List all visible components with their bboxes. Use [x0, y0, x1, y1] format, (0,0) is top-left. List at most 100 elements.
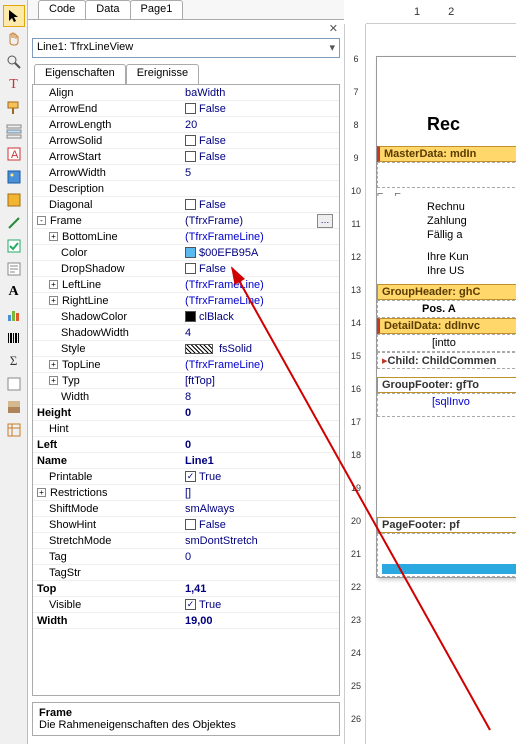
prop-value[interactable]: Line1 — [185, 455, 214, 467]
prop-value[interactable]: $00EFB95A — [199, 247, 258, 259]
checkbox-icon[interactable]: ✓ — [185, 471, 196, 482]
prop-value[interactable]: 19,00 — [185, 615, 213, 627]
prop-row[interactable]: Color$00EFB95A — [33, 245, 339, 261]
tool-band[interactable] — [3, 120, 25, 142]
tab-code[interactable]: Code — [38, 0, 86, 19]
prop-row[interactable]: ShadowColorclBlack — [33, 309, 339, 325]
tool-hand[interactable] — [3, 28, 25, 50]
expand-icon[interactable]: + — [49, 280, 58, 289]
prop-row[interactable]: Left0 — [33, 437, 339, 453]
prop-row[interactable]: Printable✓True — [33, 469, 339, 485]
prop-row[interactable]: DiagonalFalse — [33, 197, 339, 213]
prop-row[interactable]: -Frame(TfrxFrame)… — [33, 213, 339, 229]
prop-value[interactable]: baWidth — [185, 87, 225, 99]
prop-value[interactable]: False — [199, 263, 226, 275]
prop-value[interactable]: 0 — [185, 439, 191, 451]
close-icon[interactable]: ✕ — [329, 22, 338, 35]
prop-row[interactable]: Top1,41 — [33, 581, 339, 597]
prop-value[interactable]: [ftTop] — [185, 375, 215, 387]
prop-value[interactable]: (TfrxFrameLine) — [185, 295, 264, 307]
report-page[interactable]: Rec MasterData: mdIn ⌐ ⌐ Rechnu Zahlung … — [376, 56, 516, 578]
design-canvas[interactable]: 1 2 Rec MasterData: mdIn ⌐ ⌐ Rechnu Zahl… — [366, 0, 516, 744]
checkbox-icon[interactable] — [185, 519, 196, 530]
prop-value[interactable]: (TfrxFrame) — [185, 215, 243, 227]
prop-row[interactable]: DropShadowFalse — [33, 261, 339, 277]
prop-value[interactable]: 20 — [185, 119, 197, 131]
prop-value[interactable]: clBlack — [199, 311, 234, 323]
prop-row[interactable]: Width8 — [33, 389, 339, 405]
tool-select[interactable] — [3, 5, 25, 27]
tool-sum[interactable]: Σ — [3, 350, 25, 372]
tool-line[interactable] — [3, 212, 25, 234]
ellipsis-button[interactable]: … — [317, 214, 333, 228]
prop-value[interactable]: 0 — [185, 551, 191, 563]
prop-row[interactable]: ShiftModesmAlways — [33, 501, 339, 517]
checkbox-icon[interactable]: ✓ — [185, 599, 196, 610]
band-content[interactable]: Kontove IBA — [377, 533, 516, 577]
tab-page1[interactable]: Page1 — [130, 0, 184, 19]
prop-row[interactable]: ArrowLength20 — [33, 117, 339, 133]
prop-row[interactable]: +TopLine(TfrxFrameLine) — [33, 357, 339, 373]
prop-row[interactable]: +RightLine(TfrxFrameLine) — [33, 293, 339, 309]
band-pagefooter[interactable]: PageFooter: pf — [377, 517, 516, 533]
band-groupheader[interactable]: GroupHeader: ghC — [377, 284, 516, 300]
prop-value[interactable]: 4 — [185, 327, 191, 339]
property-grid[interactable]: AlignbaWidthArrowEndFalseArrowLength20 Ar… — [32, 84, 340, 696]
prop-row[interactable]: TagStr — [33, 565, 339, 581]
prop-row[interactable]: AlignbaWidth — [33, 85, 339, 101]
prop-row[interactable]: ShadowWidth4 — [33, 325, 339, 341]
prop-row[interactable]: NameLine1 — [33, 453, 339, 469]
checkbox-icon[interactable] — [185, 103, 196, 114]
prop-row[interactable]: Width19,00 — [33, 613, 339, 629]
line-object[interactable] — [382, 564, 516, 574]
prop-value[interactable]: True — [199, 471, 221, 483]
tool-barcode[interactable] — [3, 327, 25, 349]
tool-picture[interactable] — [3, 166, 25, 188]
tab-events[interactable]: Ereignisse — [126, 64, 199, 84]
prop-row[interactable]: ArrowEndFalse — [33, 101, 339, 117]
prop-row[interactable]: +Typ[ftTop] — [33, 373, 339, 389]
prop-value[interactable]: fsSolid — [219, 343, 252, 355]
tool-checkbox[interactable] — [3, 235, 25, 257]
text-zahlung[interactable]: Zahlung — [377, 214, 516, 228]
prop-value[interactable]: False — [199, 103, 226, 115]
prop-row[interactable]: ArrowStartFalse — [33, 149, 339, 165]
prop-value[interactable]: (TfrxFrameLine) — [185, 231, 264, 243]
band-detaildata[interactable]: DetailData: ddInvc — [377, 318, 516, 334]
prop-value[interactable]: False — [199, 199, 226, 211]
prop-row[interactable]: Visible✓True — [33, 597, 339, 613]
tool-richtext[interactable] — [3, 258, 25, 280]
band-masterdata[interactable]: MasterData: mdIn — [377, 146, 516, 162]
prop-row[interactable]: Hint — [33, 421, 339, 437]
expand-icon[interactable]: - — [37, 216, 46, 225]
tool-subreport[interactable] — [3, 189, 25, 211]
text-ust[interactable]: Ihre US — [377, 264, 516, 278]
checkbox-icon[interactable] — [185, 135, 196, 146]
expand-icon[interactable]: + — [37, 488, 46, 497]
tool-text[interactable]: T — [3, 74, 25, 96]
prop-row[interactable]: +BottomLine(TfrxFrameLine) — [33, 229, 339, 245]
prop-row[interactable]: StylefsSolid — [33, 341, 339, 357]
tool-gradient[interactable] — [3, 396, 25, 418]
object-selector[interactable]: Line1: TfrxLineView — [32, 38, 340, 58]
prop-value[interactable]: True — [199, 599, 221, 611]
prop-row[interactable]: Height0 — [33, 405, 339, 421]
prop-value[interactable]: smDontStretch — [185, 535, 258, 547]
band-content[interactable]: [intto — [377, 334, 516, 352]
tool-label[interactable]: A — [3, 281, 25, 303]
tool-cross[interactable] — [3, 419, 25, 441]
prop-value[interactable]: False — [199, 135, 226, 147]
expand-icon[interactable]: + — [49, 360, 58, 369]
prop-row[interactable]: ShowHintFalse — [33, 517, 339, 533]
prop-value[interactable]: [] — [185, 487, 191, 499]
tool-zoom[interactable] — [3, 51, 25, 73]
expand-icon[interactable]: + — [49, 232, 58, 241]
band-child[interactable]: ▸Child: ChildCommen — [377, 352, 516, 369]
prop-row[interactable]: StretchModesmDontStretch — [33, 533, 339, 549]
prop-row[interactable]: ArrowWidth5 — [33, 165, 339, 181]
prop-value[interactable]: False — [199, 151, 226, 163]
tool-chart[interactable] — [3, 304, 25, 326]
prop-row[interactable]: +LeftLine(TfrxFrameLine) — [33, 277, 339, 293]
band-content[interactable] — [377, 162, 516, 188]
prop-value[interactable]: (TfrxFrameLine) — [185, 359, 264, 371]
